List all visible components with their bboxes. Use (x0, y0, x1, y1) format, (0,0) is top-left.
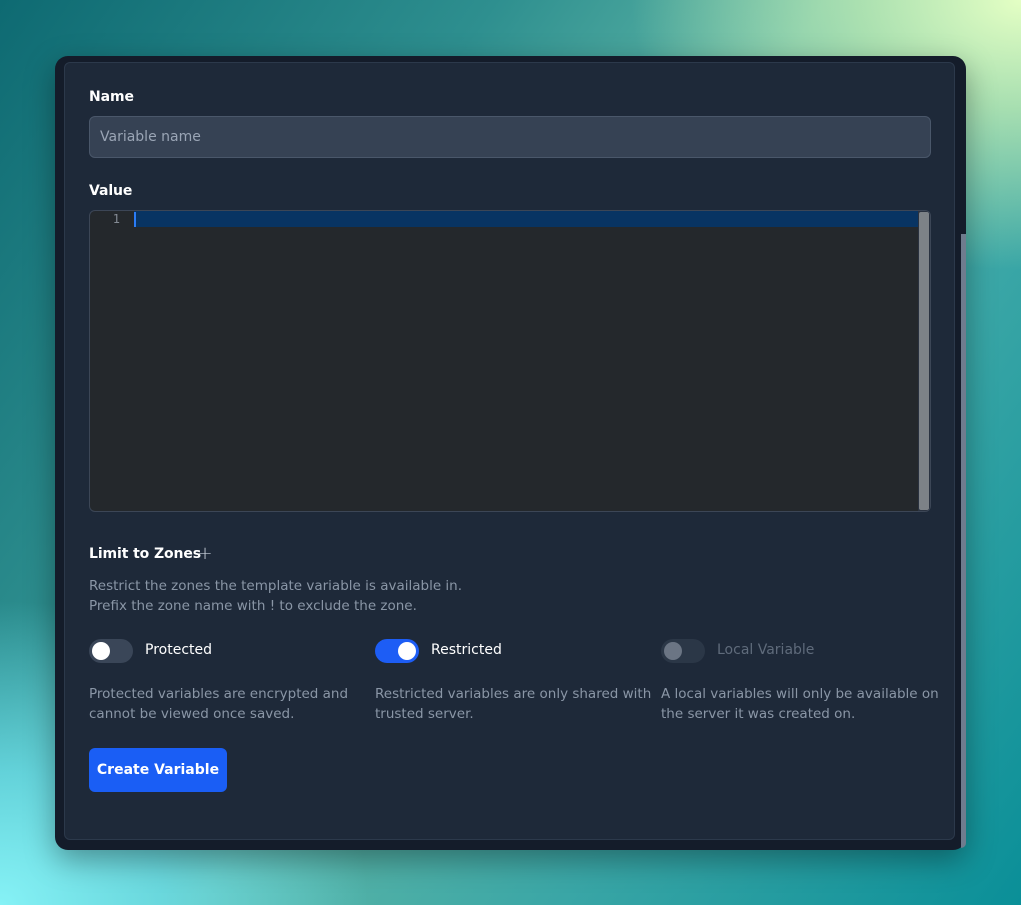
line-number: 1 (112, 212, 120, 226)
local-variable-help-line: A local variables will only be available… (661, 686, 939, 702)
protected-help-line: Protected variables are encrypted and (89, 686, 349, 702)
variable-name-input[interactable] (89, 116, 931, 158)
name-label: Name (89, 89, 134, 105)
plus-icon[interactable]: + (197, 544, 213, 564)
create-variable-button[interactable]: Create Variable (89, 748, 227, 792)
restricted-help-line: trusted server. (375, 706, 474, 722)
protected-toggle[interactable] (89, 639, 133, 663)
local-variable-help-text: A local variables will only be available… (661, 684, 939, 724)
text-cursor (134, 212, 136, 227)
protected-help-line: cannot be viewed once saved. (89, 706, 295, 722)
limit-to-zones-label: Limit to Zones (89, 546, 202, 562)
dialog-edge (961, 234, 966, 848)
zones-help-text: Restrict the zones the template variable… (89, 576, 462, 616)
create-variable-form: Name Value 1 Limit to Zones + Restrict t… (64, 62, 955, 840)
active-line-highlight (134, 211, 918, 227)
local-variable-help-line: the server it was created on. (661, 706, 856, 722)
editor-scroll-thumb[interactable] (919, 212, 929, 510)
toggle-knob (398, 642, 416, 660)
local-variable-label: Local Variable (717, 642, 815, 658)
restricted-toggle[interactable] (375, 639, 419, 663)
zones-help-line: Prefix the zone name with ! to exclude t… (89, 598, 417, 614)
protected-label: Protected (145, 642, 212, 658)
editor-scrollbar[interactable] (918, 211, 930, 511)
toggle-knob (664, 642, 682, 660)
local-variable-toggle (661, 639, 705, 663)
restricted-help-text: Restricted variables are only shared wit… (375, 684, 651, 724)
restricted-label: Restricted (431, 642, 502, 658)
protected-help-text: Protected variables are encrypted and ca… (89, 684, 348, 724)
value-code-editor[interactable]: 1 (89, 210, 931, 512)
zones-help-line: Restrict the zones the template variable… (89, 578, 463, 594)
value-label: Value (89, 183, 133, 199)
restricted-help-line: Restricted variables are only shared wit… (375, 686, 652, 702)
toggle-knob (92, 642, 110, 660)
